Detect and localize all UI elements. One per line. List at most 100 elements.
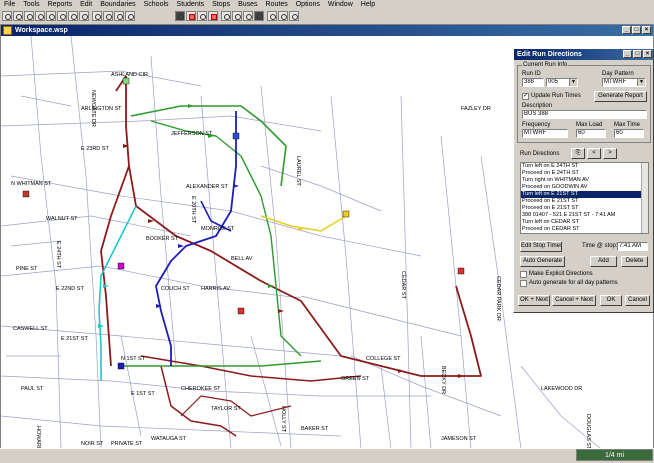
generate-report-button[interactable]: Generate Report <box>594 91 647 102</box>
workspace-titlebar[interactable]: Workspace.wsp _ □ × <box>1 25 653 36</box>
route-start-marker[interactable] <box>122 77 130 85</box>
auto-generate-all-checkbox[interactable] <box>520 280 527 287</box>
select-tool-icon[interactable] <box>2 11 12 21</box>
street-label: ALEXANDER ST <box>186 184 228 190</box>
route-icon[interactable] <box>197 11 207 21</box>
boundary-icon[interactable] <box>243 11 253 21</box>
list-scrollbar[interactable] <box>641 163 648 233</box>
menu-item-file[interactable]: File <box>0 0 19 9</box>
street-label: E 21ST ST <box>61 336 88 342</box>
menu-item-schools[interactable]: Schools <box>140 0 173 9</box>
minimize-icon[interactable]: _ <box>622 26 631 34</box>
direction-list-item[interactable]: Turn left on CEDAR ST <box>521 219 648 226</box>
chevron-down-icon[interactable]: ▼ <box>637 79 645 86</box>
direction-list-item[interactable]: Proceed on E 21ST ST <box>521 205 648 212</box>
measure-icon[interactable] <box>103 11 113 21</box>
print-icon[interactable] <box>125 11 135 21</box>
zoom-selected-icon[interactable] <box>79 11 89 21</box>
dialog-close-icon[interactable]: × <box>643 50 652 58</box>
school-icon[interactable] <box>22 190 30 198</box>
zoom-window-icon[interactable] <box>46 11 56 21</box>
help-icon[interactable] <box>289 11 299 21</box>
cancel-button[interactable]: Cancel <box>625 295 650 306</box>
chevron-down-icon[interactable]: ▼ <box>569 79 577 86</box>
street-label: CEDAR PARK DR <box>495 276 501 321</box>
add-button[interactable]: Add <box>590 256 617 267</box>
frequency-field[interactable]: MTWRF <box>522 129 568 138</box>
school-icon[interactable] <box>232 11 242 21</box>
layer-icon[interactable] <box>254 11 264 21</box>
edit-stop-times-button[interactable]: Edit Stop Times <box>520 241 562 252</box>
menu-item-reports[interactable]: Reports <box>44 0 77 9</box>
make-explicit-checkbox[interactable] <box>520 271 527 278</box>
edit-run-icon[interactable] <box>267 11 277 21</box>
direction-list-item[interactable]: Turn right on WHITMAN AV <box>521 177 648 184</box>
zoom-full-icon[interactable] <box>68 11 78 21</box>
zoom-in-icon[interactable] <box>24 11 34 21</box>
menu-item-tools[interactable]: Tools <box>19 0 43 9</box>
run-id-select[interactable]: 005 ▼ <box>546 78 578 87</box>
menu-item-buses[interactable]: Buses <box>234 0 261 9</box>
stop-marker[interactable] <box>237 307 245 315</box>
stop-marker[interactable] <box>342 210 350 218</box>
stop-marker[interactable] <box>457 267 465 275</box>
cancel-next-button[interactable]: Cancel + Next <box>552 295 596 306</box>
direction-list-item[interactable]: 388 01407 - 521 E 21ST ST - 7:41 AM <box>521 212 648 219</box>
menu-item-options[interactable]: Options <box>292 0 324 9</box>
dialog-minimize-icon[interactable]: _ <box>623 50 632 58</box>
route-green <box>121 360 322 367</box>
direction-list-item[interactable]: Proceed on GOODWIN AV <box>521 184 648 191</box>
stop-icon[interactable] <box>186 11 196 21</box>
run-directions-label: Run Directions <box>520 151 560 157</box>
menu-item-boundaries[interactable]: Boundaries <box>96 0 139 9</box>
selected-stop-marker[interactable] <box>117 262 125 270</box>
max-load-field[interactable]: 60 <box>576 129 606 138</box>
run-id-field[interactable]: 388 <box>522 78 544 87</box>
description-field[interactable]: BUS 388 <box>522 110 647 119</box>
stop-marker[interactable] <box>117 362 125 370</box>
ok-next-button[interactable]: OK + Next <box>518 295 550 306</box>
route-dark-red <box>140 355 362 382</box>
next-arrow-icon[interactable]: > <box>603 148 617 159</box>
auto-generate-button[interactable]: Auto Generate <box>520 256 565 267</box>
pan-tool-icon[interactable] <box>13 11 23 21</box>
menu-item-students[interactable]: Students <box>173 0 209 9</box>
ok-button[interactable]: OK <box>600 295 622 306</box>
zoom-out-icon[interactable] <box>35 11 45 21</box>
direction-list-item[interactable]: Proceed on E 21ST ST <box>521 198 648 205</box>
direction-list-item[interactable]: Turn left on E 24TH ST <box>521 163 648 170</box>
max-load-label: Max Load <box>576 122 603 128</box>
run-icon[interactable] <box>208 11 218 21</box>
dialog-titlebar[interactable]: Edit Run Directions _ □ × <box>514 49 653 60</box>
update-run-times-checkbox[interactable]: ✓ <box>522 93 529 100</box>
direction-list-item[interactable]: Proceed on E 24TH ST <box>521 170 648 177</box>
bus-icon[interactable] <box>175 11 185 21</box>
street-line <box>380 365 392 449</box>
max-time-field[interactable]: 60 <box>614 129 644 138</box>
identify-icon[interactable] <box>92 11 102 21</box>
run-directions-list[interactable]: Turn left on E 24TH ST Proceed on E 24TH … <box>520 162 649 234</box>
delete-button[interactable]: Delete <box>621 256 648 267</box>
menu-item-stops[interactable]: Stops <box>208 0 234 9</box>
close-icon[interactable]: × <box>642 26 651 34</box>
street-label: HOWARD ST <box>35 426 41 449</box>
menu-item-edit[interactable]: Edit <box>76 0 96 9</box>
zoom-previous-icon[interactable] <box>57 11 67 21</box>
time-at-stop-field[interactable]: 7:41 AM <box>617 242 648 251</box>
find-icon[interactable] <box>114 11 124 21</box>
street-label: E 22ND ST <box>56 286 84 292</box>
copy-directions-icon[interactable]: ⎘ <box>571 148 585 159</box>
direction-list-item[interactable]: Turn left on E 21ST ST <box>521 191 648 198</box>
street-label: CEDAR ST <box>400 271 406 299</box>
menu-item-window[interactable]: Window <box>324 0 357 9</box>
maximize-icon[interactable]: □ <box>632 26 641 34</box>
menu-item-routes[interactable]: Routes <box>262 0 292 9</box>
menu-item-help[interactable]: Help <box>357 0 379 9</box>
previous-arrow-icon[interactable]: < <box>587 148 601 159</box>
report-icon[interactable] <box>278 11 288 21</box>
stop-marker[interactable] <box>232 132 240 140</box>
direction-list-item[interactable]: Proceed on CEDAR ST <box>521 226 648 233</box>
dialog-maximize-icon[interactable]: □ <box>633 50 642 58</box>
day-pattern-select[interactable]: MTWRF ▼ <box>602 78 646 87</box>
student-icon[interactable] <box>221 11 231 21</box>
